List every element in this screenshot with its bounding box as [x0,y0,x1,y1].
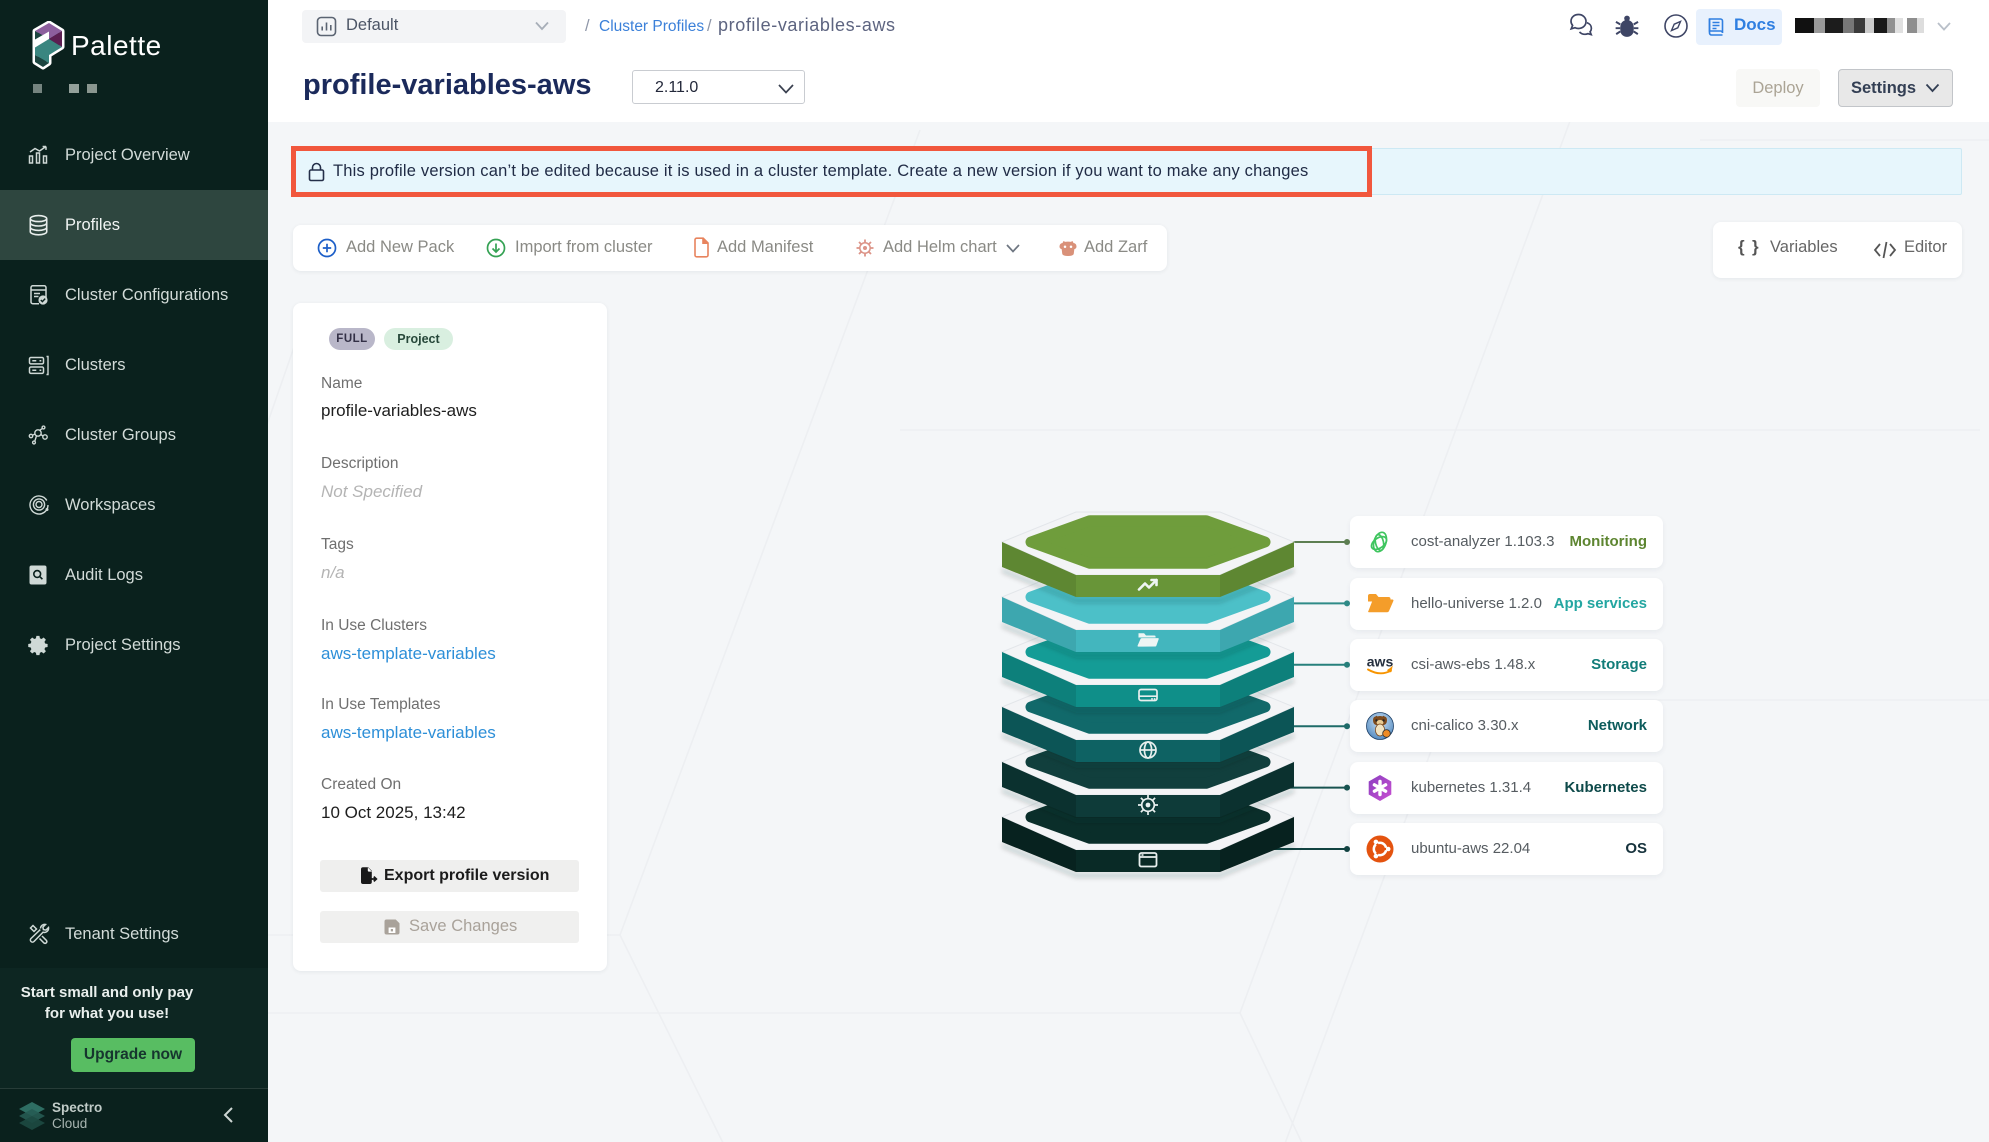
svg-text:aws: aws [1367,654,1394,670]
